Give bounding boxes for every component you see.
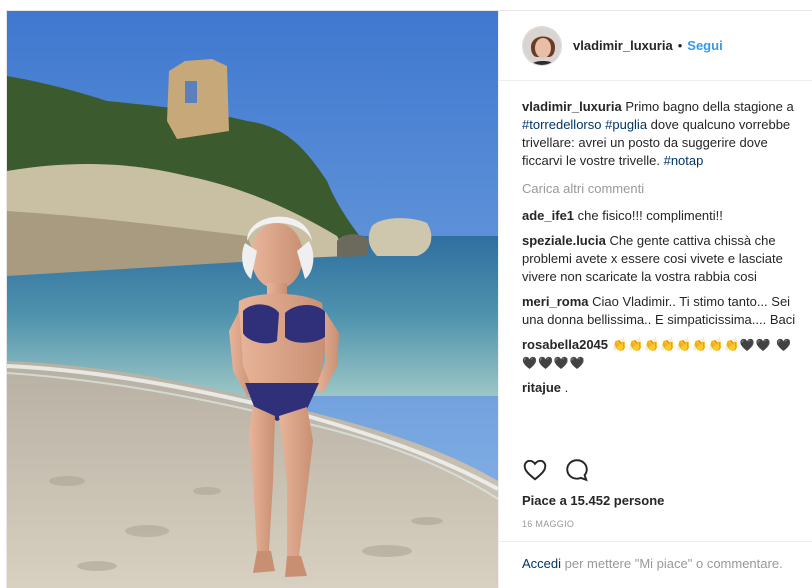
login-prompt: Accedi per mettere "Mi piace" o commenta…: [499, 541, 812, 573]
hashtag-notap[interactable]: #notap: [664, 153, 704, 168]
post-photo[interactable]: [7, 11, 498, 588]
heart-icon[interactable]: [522, 457, 548, 483]
hashtag-puglia[interactable]: #puglia: [605, 117, 647, 132]
comment-username[interactable]: meri_roma: [522, 294, 588, 309]
caption-username[interactable]: vladimir_luxuria: [522, 99, 622, 114]
comment-item: ade_ife1 che fisico!!! complimenti!!: [522, 207, 801, 225]
comments-section: vladimir_luxuria Primo bagno della stagi…: [499, 81, 812, 397]
comment-username[interactable]: speziale.lucia: [522, 233, 606, 248]
comment-item: meri_roma Ciao Vladimir.. Ti stimo tanto…: [522, 293, 801, 329]
comment-username[interactable]: ade_ife1: [522, 208, 574, 223]
comment-username[interactable]: ritajue: [522, 380, 561, 395]
action-bar: [522, 457, 590, 483]
header-username[interactable]: vladimir_luxuria: [573, 38, 673, 53]
comment-item: speziale.lucia Che gente cattiva chissà …: [522, 232, 801, 286]
comment-item: rosabella2045 👏👏👏👏👏👏👏👏🖤🖤 🖤🖤🖤🖤🖤: [522, 336, 801, 372]
follow-button[interactable]: Segui: [687, 38, 722, 53]
caption-text-1: Primo bagno della stagione a: [621, 99, 794, 114]
login-link[interactable]: Accedi: [522, 556, 561, 571]
comment-icon-svg: [566, 459, 588, 482]
post-sidebar: vladimir_luxuria • Segui vladimir_luxuri…: [498, 11, 812, 588]
login-prompt-text: per mettere "Mi piace" o commentare.: [561, 556, 783, 571]
comment-username[interactable]: rosabella2045: [522, 337, 608, 352]
beach-photo-illustration: [7, 11, 498, 588]
heart-icon-svg: [523, 459, 547, 481]
likes-count[interactable]: Piace a 15.452 persone: [522, 493, 664, 508]
separator-dot: •: [677, 38, 683, 53]
post-header: vladimir_luxuria • Segui: [499, 11, 812, 81]
comment-text: .: [561, 380, 569, 395]
avatar-image: [523, 26, 561, 65]
comment-item: ritajue .: [522, 379, 801, 397]
instagram-post: vladimir_luxuria • Segui vladimir_luxuri…: [6, 10, 812, 588]
post-date: 16 MAGGIO: [522, 519, 575, 529]
hashtag-torredellorso[interactable]: #torredellorso: [522, 117, 602, 132]
caption: vladimir_luxuria Primo bagno della stagi…: [522, 98, 801, 170]
avatar[interactable]: [522, 25, 562, 66]
comment-text: che fisico!!! complimenti!!: [574, 208, 723, 223]
load-more-comments-button[interactable]: Carica altri commenti: [522, 180, 801, 198]
comment-bubble-icon[interactable]: [564, 457, 590, 483]
